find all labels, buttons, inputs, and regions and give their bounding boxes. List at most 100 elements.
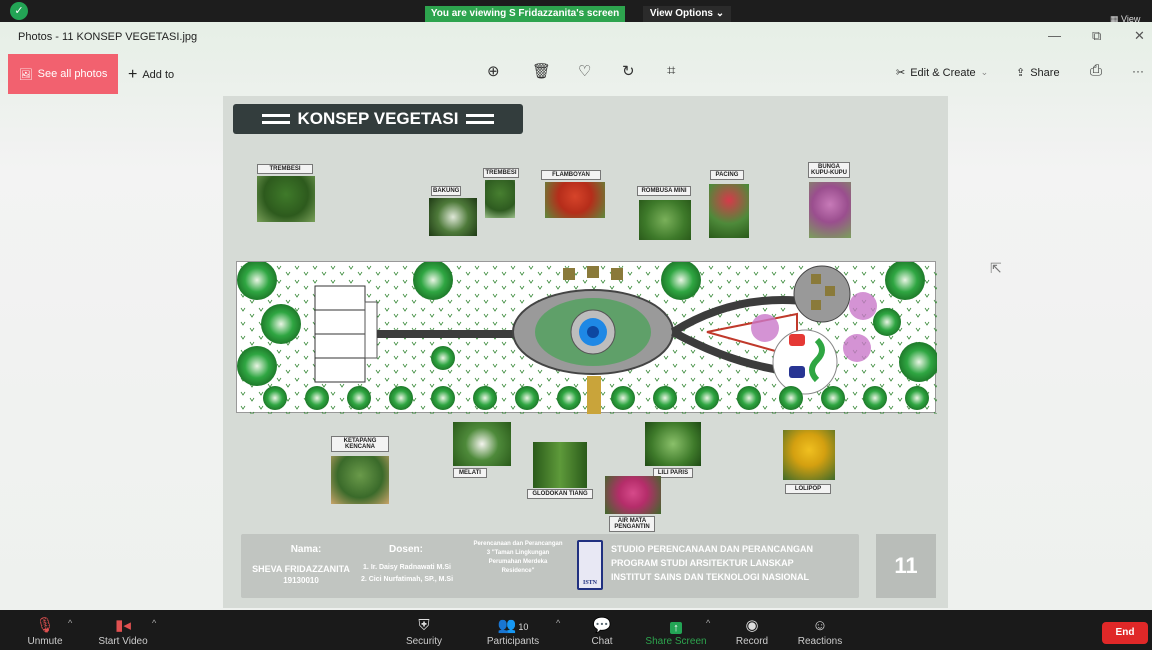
plant-photo <box>709 184 749 238</box>
title-decoration-icon <box>261 114 290 124</box>
lecturer-label: Dosen: <box>389 544 423 555</box>
security-button[interactable]: ⛨ Security <box>389 610 459 650</box>
share-screen-icon: ↑ <box>670 622 682 634</box>
view-options-button[interactable]: View Options ⌄ <box>643 6 731 22</box>
plant-label: BUNGA KUPU-KUPU <box>808 162 850 178</box>
student-id: 19130010 <box>283 576 319 585</box>
window-title: Photos - 11 KONSEP VEGETASI.jpg <box>18 31 198 43</box>
site-plan-svg <box>237 260 939 414</box>
participants-count: 10 <box>518 622 529 632</box>
plant-label: LOLIPOP <box>785 484 831 494</box>
record-icon: ◉ <box>745 617 759 634</box>
zoom-in-icon[interactable]: ⊕ <box>487 62 500 80</box>
share-icon: ⇪ <box>1016 67 1026 79</box>
plant-label: PACING <box>710 170 744 180</box>
plant-photo <box>485 180 515 218</box>
reactions-label: Reactions <box>797 636 843 647</box>
poster-title: KONSEP VEGETASI <box>297 109 459 128</box>
lecturer-1: 1. Ir. Daisy Radnawati M.Si <box>363 564 451 571</box>
plant-label: AIR MATA PENGANTIN <box>609 516 655 532</box>
share-options-caret[interactable]: ^ <box>706 618 710 628</box>
delete-icon[interactable]: 🗑 <box>532 62 551 80</box>
plant-photo <box>331 456 389 504</box>
shield-icon: ⛨ <box>418 617 430 634</box>
edit-icon: ✂ <box>896 67 906 79</box>
edit-create-label: Edit & Create <box>910 66 976 79</box>
start-video-label: Start Video <box>98 636 148 647</box>
plant-label: BAKUNG <box>431 186 461 196</box>
istn-logo: ISTN <box>577 540 603 590</box>
photos-window: Photos - 11 KONSEP VEGETASI.jpg — ⧉ ✕ 🖼 … <box>0 22 1152 610</box>
photos-toolbar: 🖼 See all photos + Add to ⊕ 🗑 ♡ ↻ ⌗ ✂ Ed… <box>0 52 1152 96</box>
video-options-caret[interactable]: ^ <box>152 618 156 628</box>
image-icon: 🖼 <box>18 68 33 81</box>
chat-button[interactable]: 💬 Chat <box>567 610 637 650</box>
share-screen-button[interactable]: ↑ Share Screen <box>641 610 711 650</box>
start-video-button[interactable]: ▮◂ Start Video <box>88 610 158 650</box>
edit-create-button[interactable]: ✂ Edit & Create ⌄ <box>896 66 989 80</box>
minimize-button[interactable]: — <box>1048 28 1061 43</box>
poster-image: KONSEP VEGETASI TREMBESI BAKUNG TREMBESI… <box>223 96 948 608</box>
print-icon[interactable]: ⎙ <box>1090 62 1102 79</box>
logo-text: ISTN <box>582 580 597 586</box>
zoom-meeting-controls: 🎙 Unmute ^ ▮◂ Start Video ^ ⛨ Security 👥… <box>0 610 1152 650</box>
security-shield-icon: ✓ <box>10 2 28 20</box>
muted-microphone-icon: 🎙 <box>35 617 55 634</box>
plant-label: GLODOKAN TIANG <box>527 489 593 499</box>
participants-options-caret[interactable]: ^ <box>556 618 560 628</box>
restore-button[interactable]: ⧉ <box>1092 28 1101 44</box>
record-button[interactable]: ◉ Record <box>717 610 787 650</box>
crop-icon[interactable]: ⌗ <box>667 62 675 79</box>
page-number: 11 <box>876 534 936 598</box>
plant-label: KETAPANG KENCANA <box>331 436 389 452</box>
unmute-label: Unmute <box>27 636 63 647</box>
see-all-label: See all photos <box>37 68 108 80</box>
studio-line-3: INSTITUT SAINS DAN TEKNOLOGI NASIONAL <box>611 572 809 582</box>
reactions-icon: ☺ <box>812 617 828 634</box>
studio-line-2: PROGRAM STUDI ARSITEKTUR LANSKAP <box>611 558 794 568</box>
unmute-button[interactable]: 🎙 Unmute <box>10 610 80 650</box>
title-decoration-icon <box>466 114 495 124</box>
plant-photo <box>639 200 691 240</box>
share-screen-label: Share Screen <box>645 636 707 647</box>
title-bar: Photos - 11 KONSEP VEGETASI.jpg — ⧉ ✕ <box>0 22 1152 52</box>
plant-photo <box>783 430 835 480</box>
record-label: Record <box>735 636 769 647</box>
plant-photo <box>453 422 511 466</box>
course-title: Perencanaan dan Perancangan 3 "Taman Lin… <box>473 541 563 574</box>
chat-icon: 💬 <box>592 617 612 634</box>
end-meeting-button[interactable]: End <box>1102 622 1148 644</box>
chat-label: Chat <box>591 636 613 647</box>
plant-label: TREMBESI <box>257 164 313 174</box>
poster-footer: Nama: SHEVA FRIDAZZANITA 19130010 Dosen:… <box>241 534 859 598</box>
audio-options-caret[interactable]: ^ <box>68 618 72 628</box>
studio-line-1: STUDIO PERENCANAAN DAN PERANCANGAN <box>611 544 814 554</box>
add-to-label: Add to <box>142 69 175 81</box>
see-all-photos-button[interactable]: 🖼 See all photos <box>8 54 118 94</box>
student-name: SHEVA FRIDAZZANITA <box>252 564 350 574</box>
plant-label: MELATI <box>453 468 487 478</box>
participants-icon: 👥 10 <box>497 617 529 634</box>
chevron-down-icon: ⌄ <box>980 67 989 77</box>
security-label: Security <box>405 636 443 647</box>
add-to-button[interactable]: + Add to <box>128 66 174 84</box>
more-options-button[interactable]: ··· <box>1132 64 1144 78</box>
plus-icon: + <box>128 66 138 83</box>
plant-photo <box>545 182 605 218</box>
plant-label: ROMBUSA MINI <box>637 186 691 196</box>
favorite-icon[interactable]: ♡ <box>578 62 591 80</box>
plant-photo <box>645 422 701 466</box>
rotate-icon[interactable]: ↻ <box>622 62 635 80</box>
share-button[interactable]: ⇪ Share <box>1016 66 1060 80</box>
share-label: Share <box>1030 66 1060 79</box>
name-label: Nama: <box>290 544 322 555</box>
screen-share-banner: You are viewing S Fridazzanita's screen <box>425 6 625 22</box>
site-plan-drawing <box>236 260 939 414</box>
poster-title-banner: KONSEP VEGETASI <box>233 104 523 134</box>
plant-photo <box>257 176 315 222</box>
participants-label: Participants <box>486 636 540 647</box>
participants-button[interactable]: 👥 10 Participants <box>478 610 548 650</box>
reactions-button[interactable]: ☺ Reactions <box>785 610 855 650</box>
close-button[interactable]: ✕ <box>1134 28 1145 44</box>
plant-label: TREMBESI <box>483 168 519 178</box>
